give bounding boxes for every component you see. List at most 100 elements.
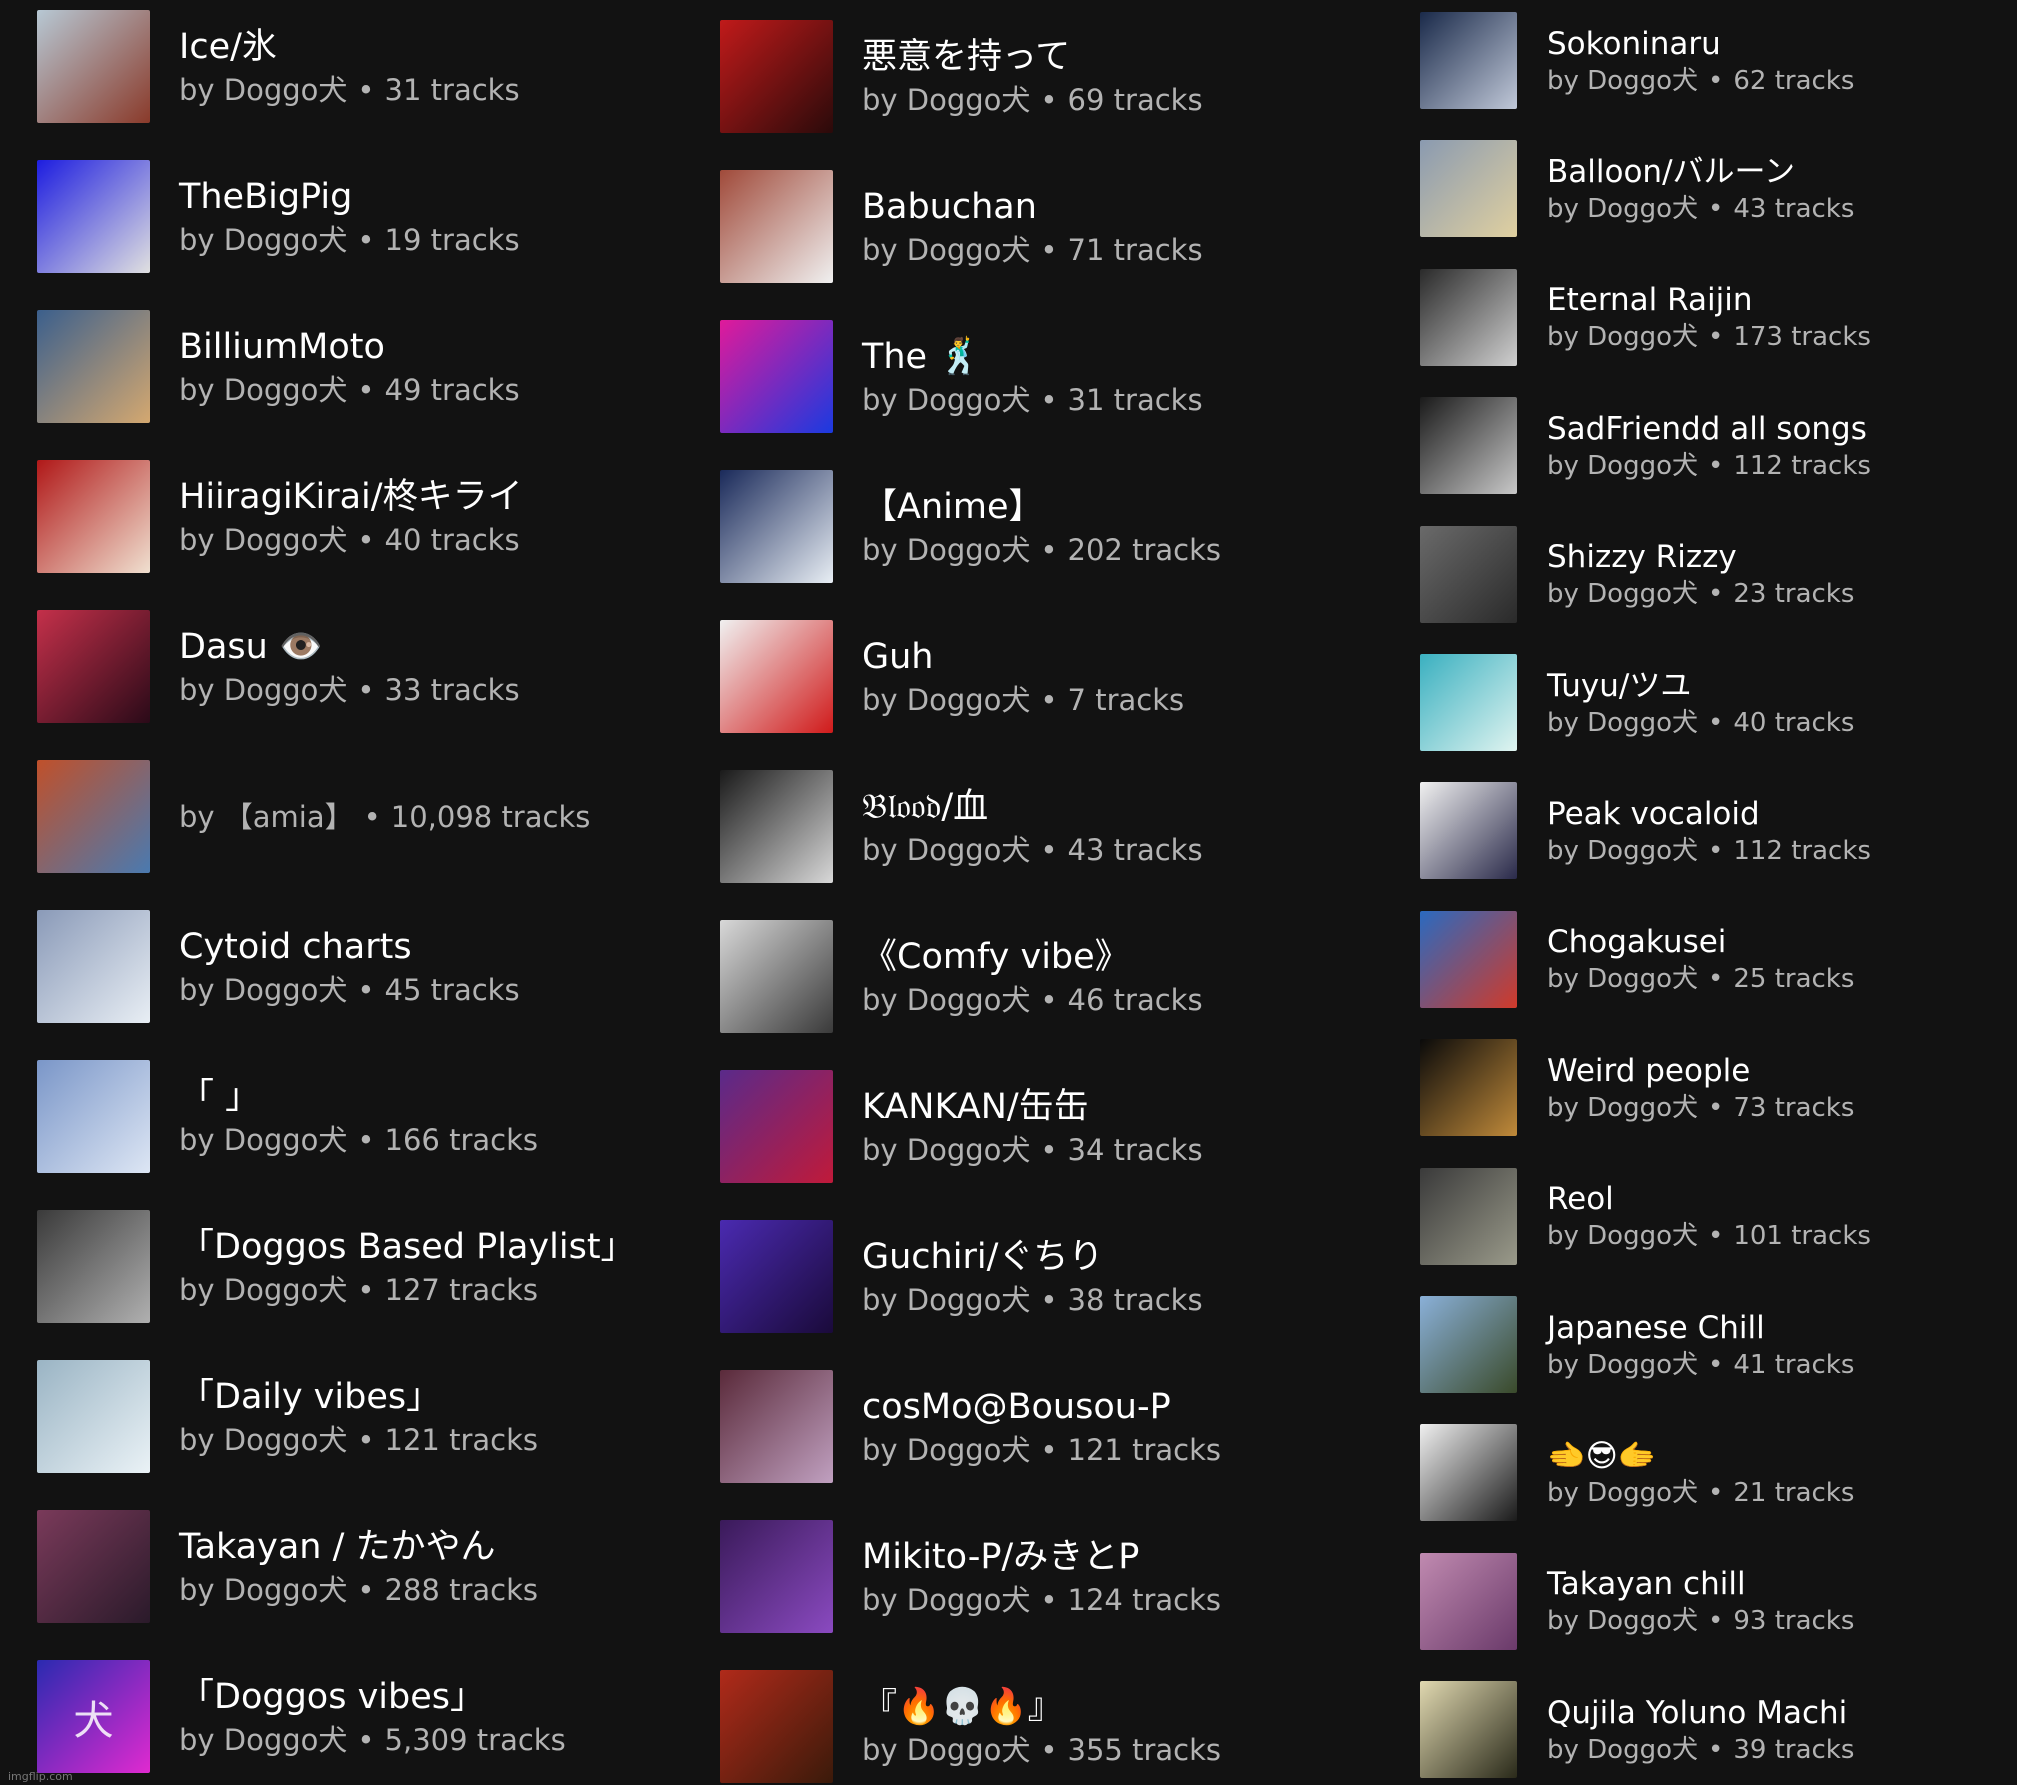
playlist-cover-image[interactable] [1420, 654, 1517, 751]
playlist-item[interactable]: Babuchan by Doggo犬 • 71 tracks [720, 170, 1203, 283]
playlist-owner[interactable]: by Doggo犬 [862, 1583, 1030, 1617]
playlist-title[interactable]: 『🔥💀🔥』 [862, 1684, 1221, 1730]
playlist-cover-image[interactable] [1420, 1424, 1517, 1522]
playlist-owner[interactable]: by Doggo犬 [179, 523, 347, 557]
playlist-owner[interactable]: by Doggo犬 [179, 223, 347, 257]
playlist-title[interactable]: Eternal Raijin [1547, 280, 1871, 320]
playlist-title[interactable]: 悪意を持って [862, 34, 1203, 80]
playlist-title[interactable]: Balloon/バルーン [1547, 152, 1854, 192]
playlist-cover-image[interactable] [37, 1510, 150, 1623]
playlist-cover-image[interactable] [37, 160, 150, 273]
playlist-item[interactable]: Chogakusei by Doggo犬 • 25 tracks [1420, 910, 1854, 1008]
playlist-owner[interactable]: by Doggo犬 [179, 973, 347, 1007]
playlist-owner[interactable]: by Doggo犬 [1547, 1606, 1698, 1636]
playlist-title[interactable]: Ice/氷 [179, 24, 520, 70]
playlist-cover-image[interactable] [720, 1520, 833, 1633]
playlist-item[interactable]: 🫲😎🫱 by Doggo犬 • 21 tracks [1420, 1424, 1854, 1522]
playlist-title[interactable]: 「Doggos vibes」 [179, 1674, 566, 1720]
playlist-item[interactable]: Dasu 👁️ by Doggo犬 • 33 tracks [37, 610, 520, 723]
playlist-cover-image[interactable] [37, 460, 150, 573]
playlist-item[interactable]: Weird people by Doggo犬 • 73 tracks [1420, 1039, 1854, 1137]
playlist-cover-image[interactable] [1420, 1681, 1517, 1779]
playlist-owner[interactable]: by Doggo犬 [179, 1273, 347, 1307]
playlist-item[interactable]: BilliumMoto by Doggo犬 • 49 tracks [37, 310, 520, 423]
playlist-title[interactable]: Mikito-P/みきとP [862, 1534, 1221, 1580]
playlist-cover-image[interactable] [720, 1070, 833, 1183]
playlist-owner[interactable]: by Doggo犬 [1547, 66, 1698, 96]
playlist-owner[interactable]: by Doggo犬 [179, 373, 347, 407]
playlist-owner[interactable]: by Doggo犬 [1547, 1735, 1698, 1765]
playlist-item[interactable]: 《Comfy vibe》 by Doggo犬 • 46 tracks [720, 920, 1203, 1033]
playlist-owner[interactable]: by Doggo犬 [1547, 836, 1698, 866]
playlist-title[interactable]: 🫲😎🫱 [1547, 1436, 1854, 1476]
playlist-title[interactable]: SadFriendd all songs [1547, 409, 1871, 449]
playlist-cover-image[interactable] [37, 310, 150, 423]
playlist-owner[interactable]: by Doggo犬 [862, 1133, 1030, 1167]
playlist-item[interactable]: HiiragiKirai/柊キライ by Doggo犬 • 40 tracks [37, 460, 523, 573]
playlist-cover-image[interactable] [37, 10, 150, 123]
playlist-cover-image[interactable] [720, 1670, 833, 1783]
playlist-owner[interactable]: by Doggo犬 [862, 1283, 1030, 1317]
playlist-item[interactable]: 「 」 by Doggo犬 • 166 tracks [37, 1060, 538, 1173]
playlist-title[interactable]: 「 」 [179, 1074, 538, 1120]
playlist-cover-image[interactable] [720, 620, 833, 733]
playlist-item[interactable]: Peak vocaloid by Doggo犬 • 112 tracks [1420, 782, 1871, 880]
playlist-owner[interactable]: by Doggo犬 [862, 1433, 1030, 1467]
playlist-item[interactable]: 【Anime】 by Doggo犬 • 202 tracks [720, 470, 1221, 583]
playlist-title[interactable]: Dasu 👁️ [179, 624, 520, 670]
playlist-owner[interactable]: by Doggo犬 [862, 83, 1030, 117]
playlist-title[interactable]: Chogakusei [1547, 922, 1854, 962]
playlist-item[interactable]: Guchiri/ぐちり by Doggo犬 • 38 tracks [720, 1220, 1203, 1333]
playlist-cover-image[interactable] [37, 910, 150, 1023]
playlist-cover-image[interactable] [720, 1220, 833, 1333]
playlist-cover-image[interactable] [1420, 1039, 1517, 1137]
playlist-owner[interactable]: by Doggo犬 [862, 233, 1030, 267]
playlist-item[interactable]: Japanese Chill by Doggo犬 • 41 tracks [1420, 1296, 1854, 1393]
playlist-owner[interactable]: by Doggo犬 [862, 683, 1030, 717]
playlist-owner[interactable]: by Doggo犬 [862, 983, 1030, 1017]
playlist-item[interactable]: 悪意を持って by Doggo犬 • 69 tracks [720, 20, 1203, 133]
playlist-title[interactable]: The 🕺 [862, 334, 1203, 380]
playlist-title[interactable]: cosMo@Bousou-P [862, 1384, 1221, 1430]
playlist-title[interactable]: Japanese Chill [1547, 1308, 1854, 1348]
playlist-title[interactable]: KANKAN/缶缶 [862, 1084, 1203, 1130]
playlist-cover-image[interactable] [720, 320, 833, 433]
playlist-item[interactable]: KANKAN/缶缶 by Doggo犬 • 34 tracks [720, 1070, 1203, 1183]
playlist-title[interactable]: Takayan chill [1547, 1564, 1854, 1604]
playlist-item[interactable]: Ice/氷 by Doggo犬 • 31 tracks [37, 10, 520, 123]
playlist-title[interactable]: Sokoninaru [1547, 24, 1854, 64]
playlist-title[interactable]: Tuyu/ツユ [1547, 666, 1854, 706]
playlist-title[interactable]: Weird people [1547, 1051, 1854, 1091]
playlist-cover-image[interactable] [1420, 910, 1517, 1008]
playlist-item[interactable]: Sokoninaru by Doggo犬 • 62 tracks [1420, 12, 1854, 109]
playlist-cover-image[interactable] [37, 760, 150, 873]
playlist-item[interactable]: Guh by Doggo犬 • 7 tracks [720, 620, 1184, 733]
playlist-cover-image[interactable] [37, 1060, 150, 1173]
playlist-owner[interactable]: by Doggo犬 [1547, 708, 1698, 738]
playlist-title[interactable]: Peak vocaloid [1547, 794, 1871, 834]
playlist-cover-image[interactable] [37, 610, 150, 723]
playlist-cover-image[interactable] [1420, 1296, 1517, 1393]
playlist-owner[interactable]: by Doggo犬 [1547, 1350, 1698, 1380]
playlist-item[interactable]: 『🔥💀🔥』 by Doggo犬 • 355 tracks [720, 1670, 1221, 1783]
playlist-title[interactable]: Guchiri/ぐちり [862, 1234, 1203, 1280]
playlist-owner[interactable]: by Doggo犬 [862, 833, 1030, 867]
playlist-cover-image[interactable] [720, 1370, 833, 1483]
playlist-title[interactable]: 「Daily vibes」 [179, 1374, 538, 1420]
playlist-item[interactable]: Takayan / たかやん by Doggo犬 • 288 tracks [37, 1510, 538, 1623]
playlist-cover-image[interactable] [1420, 140, 1517, 238]
playlist-item[interactable]: Shizzy Rizzy by Doggo犬 • 23 tracks [1420, 525, 1854, 623]
playlist-item[interactable]: Cytoid charts by Doggo犬 • 45 tracks [37, 910, 520, 1023]
playlist-owner[interactable]: by Doggo犬 [862, 383, 1030, 417]
playlist-title[interactable]: 「Doggos Based Playlist」 [179, 1224, 636, 1270]
playlist-title[interactable]: Reol [1547, 1179, 1871, 1219]
playlist-cover-image[interactable] [720, 770, 833, 883]
playlist-owner[interactable]: by Doggo犬 [1547, 1478, 1698, 1508]
playlist-owner[interactable]: by Doggo犬 [179, 1723, 347, 1757]
playlist-title[interactable]: TheBigPig [179, 174, 520, 220]
playlist-item[interactable]: TheBigPig by Doggo犬 • 19 tracks [37, 160, 520, 273]
playlist-item[interactable]: Qujila Yoluno Machi by Doggo犬 • 39 tracks [1420, 1681, 1854, 1779]
playlist-title[interactable]: 𝔅𝔩𝔬𝔬𝔡/血 [862, 784, 1203, 830]
playlist-item[interactable]: 犬 「Doggos vibes」 by Doggo犬 • 5,309 tracks [37, 1660, 566, 1773]
playlist-item[interactable]: Mikito-P/みきとP by Doggo犬 • 124 tracks [720, 1520, 1221, 1633]
